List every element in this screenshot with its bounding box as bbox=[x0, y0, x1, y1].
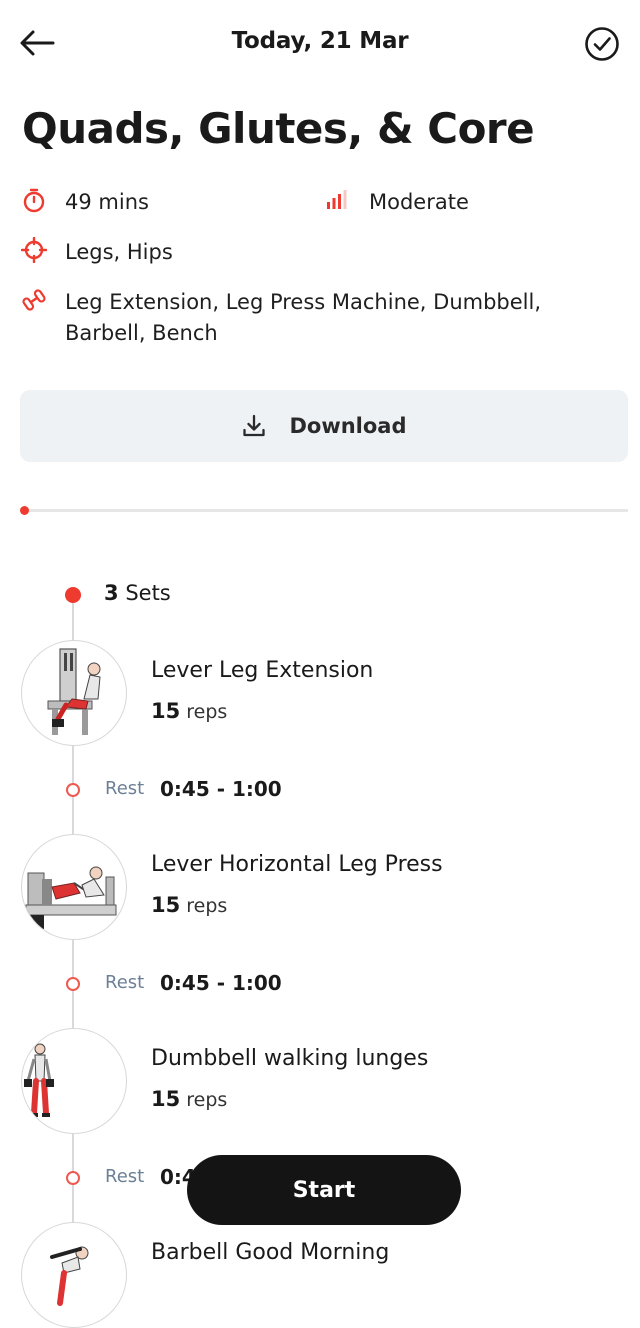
rest-label: Rest bbox=[105, 972, 145, 993]
reps-unit: reps bbox=[186, 1089, 228, 1111]
rest-marker bbox=[66, 783, 80, 797]
exercise-thumbnail[interactable] bbox=[21, 1222, 127, 1328]
rest-marker bbox=[66, 1171, 80, 1185]
sets-marker bbox=[65, 587, 81, 603]
exercise-name[interactable]: Dumbbell walking lunges bbox=[151, 1046, 428, 1071]
rest-label: Rest bbox=[105, 1166, 145, 1187]
good-morning-illustration bbox=[50, 1246, 89, 1306]
stopwatch-icon bbox=[21, 187, 47, 213]
rest-time: 0:45 - 1:00 bbox=[160, 971, 282, 995]
exercise-name[interactable]: Lever Horizontal Leg Press bbox=[151, 852, 443, 877]
duration-text: 49 mins bbox=[65, 190, 149, 214]
target-text: Legs, Hips bbox=[65, 240, 173, 264]
leg-press-illustration bbox=[25, 866, 117, 929]
sets-text: Sets bbox=[125, 581, 171, 605]
equipment-row: Leg Extension, Leg Press Machine, Dumbbe… bbox=[21, 287, 621, 349]
exercise-thumbnail[interactable] bbox=[21, 640, 127, 746]
check-circle-icon bbox=[585, 27, 619, 61]
walking-lunges-illustration bbox=[24, 1043, 54, 1117]
dumbbell-icon bbox=[21, 287, 47, 313]
header-date-title: Today, 21 Mar bbox=[231, 28, 409, 54]
crosshair-icon bbox=[21, 237, 47, 263]
target-row: Legs, Hips bbox=[21, 237, 173, 268]
exercise-name[interactable]: Lever Leg Extension bbox=[151, 658, 373, 683]
reps-unit: reps bbox=[186, 701, 228, 723]
exercise-thumbnail[interactable] bbox=[21, 834, 127, 940]
reps-count: 15 bbox=[151, 1087, 181, 1111]
difficulty-text: Moderate bbox=[369, 190, 469, 214]
equipment-text: Leg Extension, Leg Press Machine, Dumbbe… bbox=[65, 290, 542, 345]
workout-title: Quads, Glutes, & Core bbox=[22, 104, 535, 153]
difficulty-row: Moderate bbox=[322, 187, 469, 218]
sets-label: 3 Sets bbox=[104, 581, 171, 605]
start-button[interactable]: Start bbox=[187, 1155, 461, 1225]
complete-button[interactable] bbox=[584, 26, 620, 62]
signal-bars-icon bbox=[322, 187, 348, 213]
exercise-reps: 15 reps bbox=[151, 699, 227, 723]
reps-unit: reps bbox=[186, 895, 228, 917]
exercise-reps: 15 reps bbox=[151, 1087, 227, 1111]
sets-count: 3 bbox=[104, 581, 119, 605]
workout-progress-track bbox=[22, 509, 628, 512]
exercise-reps: 15 reps bbox=[151, 893, 227, 917]
rest-marker bbox=[66, 977, 80, 991]
rest-time: 0:45 - 1:00 bbox=[160, 777, 282, 801]
exercise-name[interactable]: Barbell Good Morning bbox=[151, 1240, 389, 1265]
exercise-thumbnail[interactable] bbox=[21, 1028, 127, 1134]
reps-count: 15 bbox=[151, 699, 181, 723]
rest-label: Rest bbox=[105, 778, 145, 799]
leg-extension-illustration bbox=[47, 648, 101, 735]
download-icon bbox=[243, 414, 266, 437]
duration-row: 49 mins bbox=[21, 187, 149, 218]
reps-count: 15 bbox=[151, 893, 181, 917]
workout-progress-indicator bbox=[20, 506, 29, 515]
download-button[interactable]: Download bbox=[20, 390, 628, 462]
download-label: Download bbox=[289, 414, 407, 438]
